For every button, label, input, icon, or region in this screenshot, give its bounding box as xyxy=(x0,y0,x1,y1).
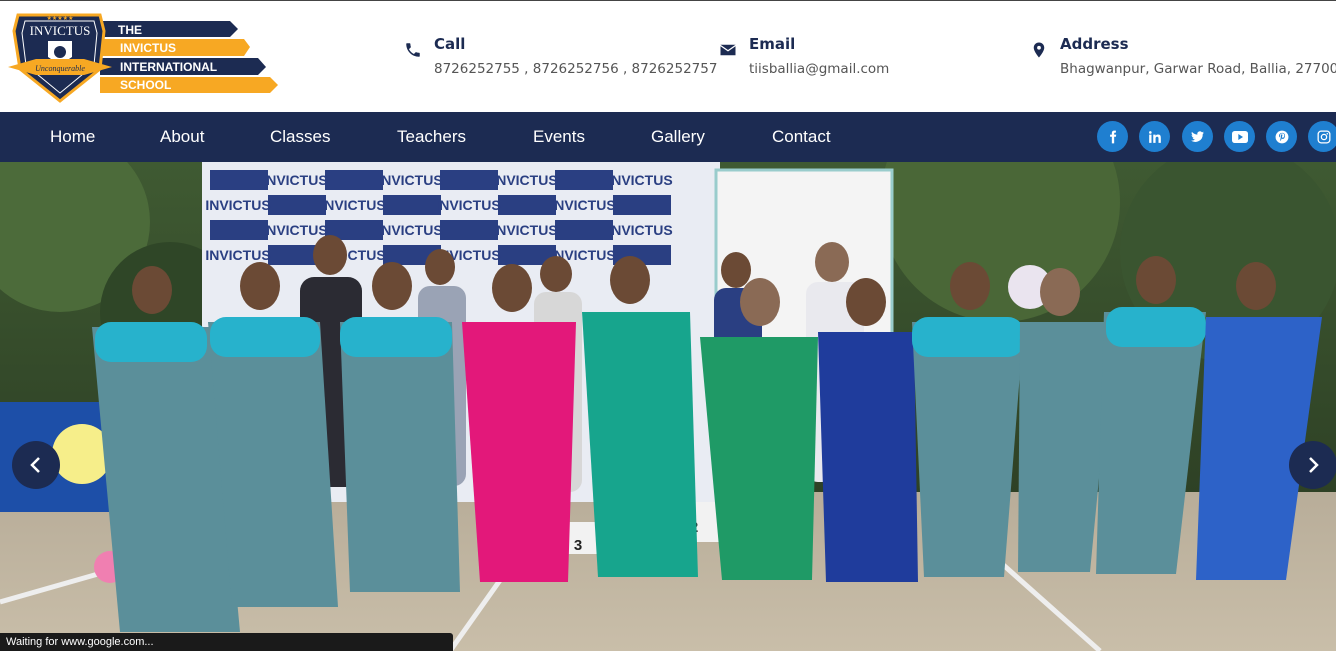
contact-email-title: Email xyxy=(749,35,796,53)
nav-classes[interactable]: Classes xyxy=(270,127,330,147)
chevron-right-icon xyxy=(1309,457,1319,473)
contact-call-value[interactable]: 8726252755 , 8726252756 , 8726252757 xyxy=(434,61,717,77)
banner-text: INVICTUS xyxy=(320,197,385,213)
hero-photo: INVICTUS INVICTUS INVICTUS INVICTUS INVI… xyxy=(0,162,1336,651)
nav-gallery[interactable]: Gallery xyxy=(651,127,705,147)
slider-prev-button[interactable] xyxy=(12,441,60,489)
phone-icon xyxy=(406,43,420,57)
pinterest-icon[interactable] xyxy=(1266,121,1297,152)
twitter-icon[interactable] xyxy=(1182,121,1213,152)
contact-address-value: Bhagwanpur, Garwar Road, Ballia, 277001 xyxy=(1060,61,1336,77)
logo-name-line-3: INTERNATIONAL xyxy=(120,60,217,74)
nav-teachers[interactable]: Teachers xyxy=(397,127,466,147)
logo-motto: Unconquerable xyxy=(35,64,85,73)
browser-status-bar: Waiting for www.google.com... xyxy=(0,633,453,651)
contact-call-title: Call xyxy=(434,35,466,53)
youtube-icon[interactable] xyxy=(1224,121,1255,152)
banner-text: INVICTUS xyxy=(550,197,615,213)
banner-text: INVICTUS xyxy=(262,222,327,238)
slider-next-button[interactable] xyxy=(1289,441,1336,489)
envelope-icon xyxy=(720,44,736,56)
svg-text:★★★★★: ★★★★★ xyxy=(47,15,74,22)
banner-text: INVICTUS xyxy=(492,222,557,238)
instagram-icon[interactable] xyxy=(1308,121,1336,152)
banner-text: INVICTUS xyxy=(205,197,270,213)
nav-contact[interactable]: Contact xyxy=(772,127,831,147)
logo-name-line-2: INVICTUS xyxy=(120,41,176,55)
banner-text: INVICTUS xyxy=(607,222,672,238)
nav-home[interactable]: Home xyxy=(50,127,95,147)
banner-text: INVICTUS xyxy=(377,172,442,188)
podium-label: 3 xyxy=(574,537,582,554)
banner-text: INVICTUS xyxy=(435,197,500,213)
banner-text: INVICTUS xyxy=(205,247,270,263)
main-nav: Home About Classes Teachers Events Galle… xyxy=(0,112,1336,162)
banner-text: INVICTUS xyxy=(607,172,672,188)
contact-address-title: Address xyxy=(1060,35,1129,53)
banner-text: INVICTUS xyxy=(262,172,327,188)
site-header: THE INVICTUS INTERNATIONAL SCHOOL INVICT… xyxy=(0,0,1336,112)
banner-text: INVICTUS xyxy=(492,172,557,188)
map-pin-icon xyxy=(1033,42,1045,58)
linkedin-icon[interactable] xyxy=(1139,121,1170,152)
contact-email-value[interactable]: tiisballia@gmail.com xyxy=(749,61,889,77)
nav-about[interactable]: About xyxy=(160,127,204,147)
chevron-left-icon xyxy=(30,457,40,473)
banner-text: INVICTUS xyxy=(377,222,442,238)
nav-events[interactable]: Events xyxy=(533,127,585,147)
logo-name-line-1: THE xyxy=(118,23,142,37)
school-logo[interactable]: THE INVICTUS INTERNATIONAL SCHOOL INVICT… xyxy=(8,9,278,103)
facebook-icon[interactable] xyxy=(1097,121,1128,152)
hero-slider: INVICTUS INVICTUS INVICTUS INVICTUS INVI… xyxy=(0,162,1336,651)
logo-name-line-4: SCHOOL xyxy=(120,78,171,92)
logo-badge-text: INVICTUS xyxy=(30,23,91,38)
